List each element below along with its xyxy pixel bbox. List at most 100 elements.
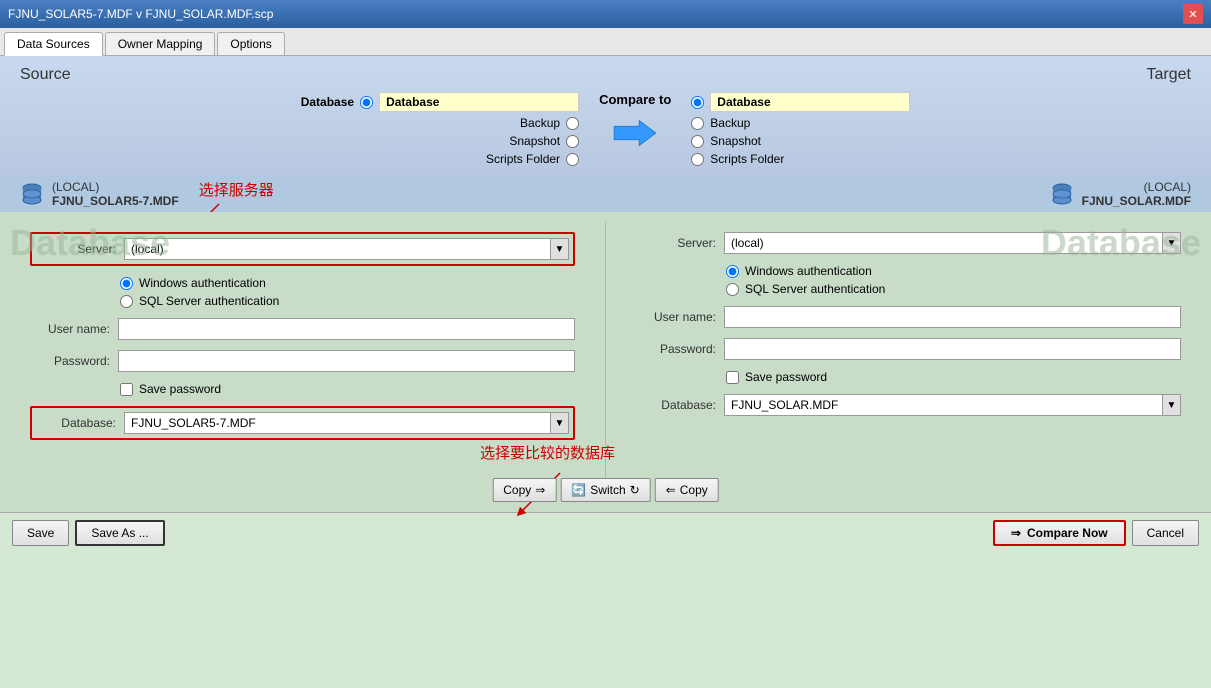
top-section: Source Target Database Backup Snapshot S…: [0, 56, 1211, 176]
center-action-buttons: Copy ⇒ 🔄 Switch ↻ ⇐ Copy: [492, 478, 719, 502]
source-snapshot-label: Snapshot: [509, 134, 560, 148]
copy-left-label: Copy: [503, 483, 531, 497]
source-database-select-row: Database: ▼: [36, 412, 569, 434]
target-backup-radio[interactable]: [691, 117, 704, 130]
right-panel: Server: ▼ Windows authentication SQL Ser…: [606, 212, 1211, 512]
source-scripts-radio[interactable]: [566, 153, 579, 166]
source-username-row: User name:: [30, 318, 575, 340]
target-password-input[interactable]: [724, 338, 1181, 360]
server-info-row: (LOCAL) FJNU_SOLAR5-7.MDF 选择服务器 (LOCAL) …: [0, 176, 1211, 212]
target-windows-auth-row: Windows authentication: [726, 264, 1181, 278]
target-database-select-label: Database:: [636, 398, 716, 412]
source-snapshot-radio[interactable]: [566, 135, 579, 148]
target-server-row: Server: ▼: [636, 232, 1181, 254]
target-auth-group: Windows authentication SQL Server authen…: [726, 264, 1181, 296]
source-password-row: Password:: [30, 350, 575, 372]
main-panels: Database Database Server: ▼ Windows auth…: [0, 212, 1211, 512]
target-save-password-checkbox[interactable]: [726, 371, 739, 384]
save-button[interactable]: Save: [12, 520, 69, 546]
source-sql-auth-radio[interactable]: [120, 295, 133, 308]
source-username-input[interactable]: [118, 318, 575, 340]
target-windows-auth-label: Windows authentication: [745, 264, 872, 278]
source-server-box: Server: ▼: [30, 232, 575, 266]
save-as-button[interactable]: Save As ...: [75, 520, 164, 546]
target-sql-auth-radio[interactable]: [726, 283, 739, 296]
source-label: Source: [20, 66, 71, 84]
target-backup-label: Backup: [710, 116, 750, 130]
target-username-input[interactable]: [724, 306, 1181, 328]
source-database-dropdown-btn[interactable]: ▼: [550, 413, 568, 433]
source-database-select[interactable]: ▼: [124, 412, 569, 434]
copy-right-arrow-icon: ⇐: [666, 483, 676, 497]
source-target-labels: Source Target: [20, 66, 1191, 84]
target-snapshot-radio[interactable]: [691, 135, 704, 148]
target-db-icon: [1050, 182, 1074, 206]
source-database-select-input[interactable]: [125, 413, 550, 433]
target-database-select-row: Database: ▼: [636, 394, 1181, 416]
copy-left-button[interactable]: Copy ⇒: [492, 478, 556, 502]
target-label: Target: [1147, 66, 1191, 84]
source-db-name: FJNU_SOLAR5-7.MDF: [52, 194, 179, 208]
copy-right-button[interactable]: ⇐ Copy: [655, 478, 719, 502]
target-server-input[interactable]: [725, 233, 1162, 253]
source-database-box: Database: ▼: [30, 406, 575, 440]
source-server-select[interactable]: ▼: [124, 238, 569, 260]
source-server-info: (LOCAL) FJNU_SOLAR5-7.MDF: [20, 180, 179, 208]
target-database-dropdown-btn[interactable]: ▼: [1162, 395, 1180, 415]
source-database-radio[interactable]: [360, 96, 373, 109]
target-database-input[interactable]: [710, 92, 910, 112]
target-server-dropdown-btn[interactable]: ▼: [1162, 233, 1180, 253]
tab-data-sources[interactable]: Data Sources: [4, 32, 103, 56]
switch-icon: 🔄: [571, 483, 586, 497]
copy-left-arrow-icon: ⇒: [535, 483, 545, 497]
source-database-input[interactable]: [379, 92, 579, 112]
source-backup-radio[interactable]: [566, 117, 579, 130]
source-sql-auth-label: SQL Server authentication: [139, 294, 279, 308]
compare-now-button[interactable]: ⇒ Compare Now: [993, 520, 1126, 546]
switch-label: Switch: [590, 483, 625, 497]
target-database-radio[interactable]: [691, 96, 704, 109]
compare-to-label: Compare to: [599, 92, 671, 107]
target-password-label: Password:: [636, 342, 716, 356]
source-sql-auth-row: SQL Server authentication: [120, 294, 575, 308]
source-db-icon: [20, 182, 44, 206]
source-backup-row: Backup: [520, 116, 579, 130]
source-server-row: Server: ▼: [36, 238, 569, 260]
title-bar: FJNU_SOLAR5-7.MDF v FJNU_SOLAR.MDF.scp ✕: [0, 0, 1211, 28]
source-server-dropdown-btn[interactable]: ▼: [550, 239, 568, 259]
source-password-label: Password:: [30, 354, 110, 368]
switch-arrow-icon: ↻: [630, 483, 640, 497]
target-snapshot-label: Snapshot: [710, 134, 761, 148]
target-windows-auth-radio[interactable]: [726, 265, 739, 278]
bottom-left-buttons: Save Save As ...: [12, 520, 165, 546]
source-password-input[interactable]: [118, 350, 575, 372]
cancel-button[interactable]: Cancel: [1132, 520, 1199, 546]
target-database-row: [691, 92, 910, 112]
target-scripts-radio[interactable]: [691, 153, 704, 166]
source-save-password-checkbox[interactable]: [120, 383, 133, 396]
annotation-select-server: 选择服务器: [199, 179, 274, 200]
source-server-name: (LOCAL): [52, 180, 179, 194]
source-database-row: Database: [301, 92, 579, 112]
source-snapshot-row: Snapshot: [509, 134, 579, 148]
target-database-select[interactable]: ▼: [724, 394, 1181, 416]
target-save-password-label: Save password: [745, 370, 827, 384]
arrow-icon: [610, 113, 660, 153]
source-username-label: User name:: [30, 322, 110, 336]
target-sql-auth-row: SQL Server authentication: [726, 282, 1181, 296]
close-button[interactable]: ✕: [1183, 4, 1203, 24]
source-server-input[interactable]: [125, 239, 550, 259]
switch-button[interactable]: 🔄 Switch ↻: [560, 478, 650, 502]
tab-options[interactable]: Options: [217, 32, 284, 55]
target-server-name: (LOCAL): [1082, 180, 1191, 194]
source-save-password-row: Save password: [120, 382, 575, 396]
target-database-select-input[interactable]: [725, 395, 1162, 415]
bottom-right-buttons: ⇒ Compare Now Cancel: [993, 520, 1199, 546]
annotation-select-database: 选择要比较的数据库: [480, 445, 615, 462]
source-windows-auth-radio[interactable]: [120, 277, 133, 290]
target-server-text: (LOCAL) FJNU_SOLAR.MDF: [1082, 180, 1191, 208]
tab-owner-mapping[interactable]: Owner Mapping: [105, 32, 216, 55]
target-save-password-row: Save password: [726, 370, 1181, 384]
target-backup-row: Backup: [691, 116, 750, 130]
target-server-select[interactable]: ▼: [724, 232, 1181, 254]
